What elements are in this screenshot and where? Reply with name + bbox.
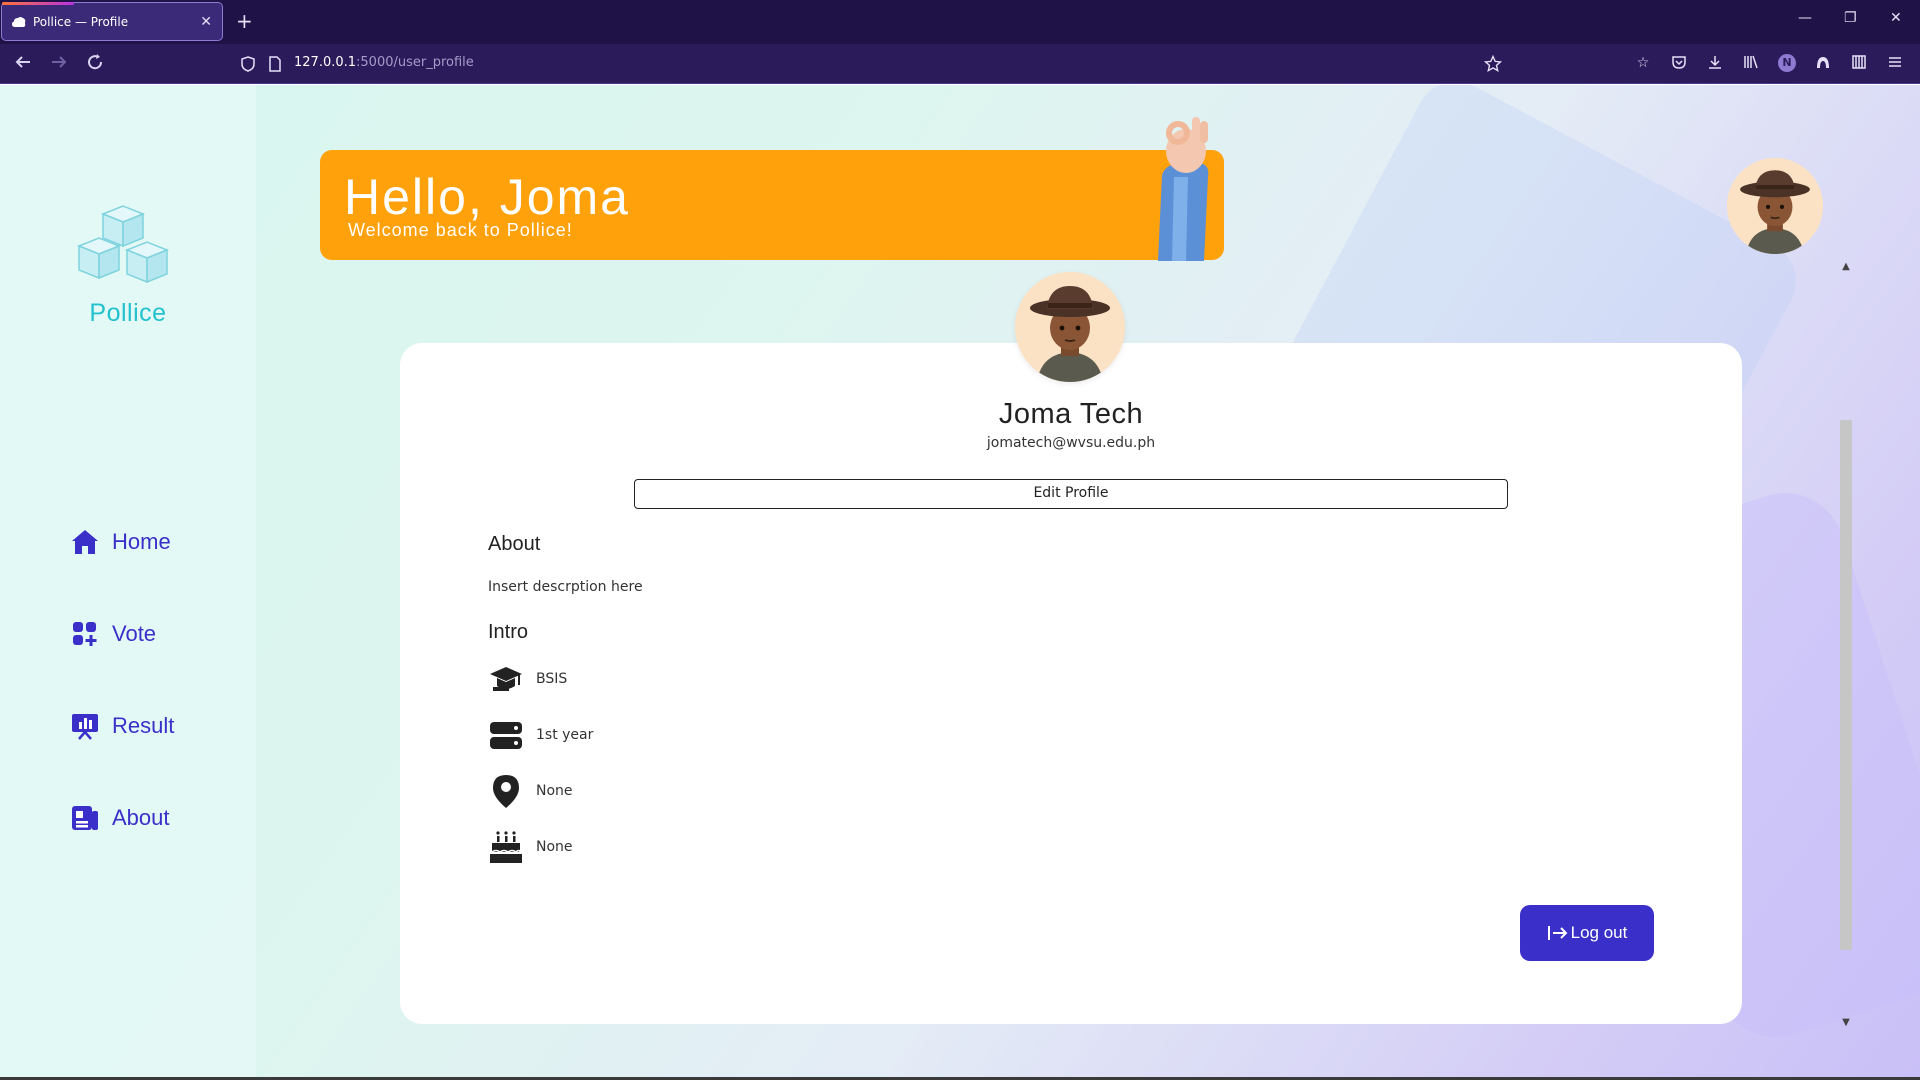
browser-tab[interactable]: Pollice — Profile ✕	[1, 2, 223, 41]
url-host: 127.0.0.1	[294, 55, 357, 70]
intro-item-location: None	[488, 773, 573, 809]
logout-button[interactable]: Log out	[1520, 905, 1654, 961]
intro-value: 1st year	[536, 727, 594, 743]
intro-value: None	[536, 839, 573, 855]
intro-item-birthday: None	[488, 829, 573, 865]
logout-arrow-icon	[1547, 926, 1568, 940]
about-text: Insert descrption here	[488, 579, 643, 595]
restore-icon[interactable]: ❐	[1844, 10, 1857, 26]
server-icon	[490, 722, 522, 749]
greeting-subtitle: Welcome back to Pollice!	[348, 220, 573, 240]
about-icon	[72, 806, 98, 830]
back-icon[interactable]	[14, 53, 32, 76]
extension-icon[interactable]	[1814, 54, 1832, 72]
birthday-cake-icon	[490, 831, 522, 863]
vote-icon	[73, 622, 97, 646]
intro-value: BSIS	[536, 671, 568, 687]
scroll-down-icon[interactable]: ▼	[1838, 1016, 1854, 1030]
brand-name: Pollice	[89, 299, 167, 327]
avatar-illustration	[1727, 158, 1823, 254]
content-scrollbar[interactable]: ▲ ▼	[1838, 260, 1854, 1030]
browser-nav-bar: 127.0.0.1:5000/user_profile ☆ N	[0, 44, 1920, 84]
profile-n-icon[interactable]: N	[1778, 54, 1796, 72]
page-icon	[269, 56, 281, 72]
cubes-logo-icon	[76, 205, 170, 284]
profile-avatar	[1015, 272, 1125, 382]
menu-icon[interactable]	[1886, 54, 1904, 72]
user-avatar[interactable]	[1727, 158, 1823, 254]
ok-hand-illustration	[1158, 117, 1209, 261]
page-viewport: Pollice Home Vote Result About Hello, Jo…	[0, 85, 1920, 1077]
tab-title: Pollice — Profile	[33, 14, 129, 29]
about-heading: About	[488, 533, 541, 555]
sidebar: Pollice Home Vote Result About	[0, 85, 256, 1077]
pocket-icon[interactable]	[1670, 54, 1688, 72]
browser-tab-bar: Pollice — Profile ✕ + — ❐ ✕	[0, 0, 1920, 44]
welcome-banner: Hello, Joma Welcome back to Pollice!	[320, 150, 1224, 260]
scroll-thumb[interactable]	[1840, 420, 1852, 950]
pocket-star-icon[interactable]: ☆	[1634, 54, 1652, 72]
intro-value: None	[536, 783, 573, 799]
location-pin-icon	[493, 775, 519, 808]
graduation-cap-icon	[490, 667, 522, 691]
download-icon[interactable]	[1706, 54, 1724, 72]
keyboard-icon[interactable]	[1850, 54, 1868, 72]
sidebar-item-label: About	[112, 805, 170, 830]
tab-accent	[2, 2, 74, 5]
url-path: :5000/user_profile	[356, 55, 474, 70]
shield-icon[interactable]	[240, 56, 256, 72]
tab-close-icon[interactable]: ✕	[200, 14, 212, 30]
sidebar-item-label: Vote	[112, 621, 157, 646]
sidebar-item-about[interactable]: About	[70, 801, 170, 835]
reload-icon[interactable]	[86, 53, 104, 76]
edit-profile-button[interactable]: Edit Profile	[634, 479, 1508, 509]
new-tab-icon[interactable]: +	[236, 10, 253, 32]
intro-heading: Intro	[488, 621, 529, 643]
library-icon[interactable]	[1742, 54, 1760, 72]
address-bar[interactable]: 127.0.0.1:5000/user_profile	[232, 49, 1512, 79]
greeting-title: Hello, Joma	[344, 169, 630, 225]
scroll-up-icon[interactable]: ▲	[1838, 260, 1854, 274]
bookmark-star-icon[interactable]	[1484, 55, 1502, 73]
profile-name: Joma Tech	[998, 398, 1144, 430]
url-text[interactable]: 127.0.0.1:5000/user_profile	[294, 55, 474, 70]
minimize-icon[interactable]: —	[1798, 10, 1812, 26]
forward-icon[interactable]	[50, 53, 68, 76]
sidebar-item-vote[interactable]: Vote	[70, 617, 156, 651]
home-icon	[72, 530, 98, 554]
profile-card: Joma Tech jomatech@wvsu.edu.ph Edit Prof…	[400, 343, 1742, 1024]
result-icon	[72, 714, 98, 740]
intro-item-course: BSIS	[488, 661, 567, 697]
sidebar-item-label: Home	[112, 529, 171, 554]
avatar-illustration	[1015, 272, 1125, 382]
logout-label: Log out	[1570, 923, 1628, 942]
cloud-favicon-icon	[12, 16, 26, 27]
window-close-icon[interactable]: ✕	[1890, 10, 1902, 26]
sidebar-item-label: Result	[112, 713, 175, 738]
intro-item-year: 1st year	[488, 717, 593, 753]
sidebar-item-result[interactable]: Result	[70, 709, 174, 743]
sidebar-item-home[interactable]: Home	[70, 525, 171, 559]
profile-email: jomatech@wvsu.edu.ph	[986, 435, 1156, 451]
